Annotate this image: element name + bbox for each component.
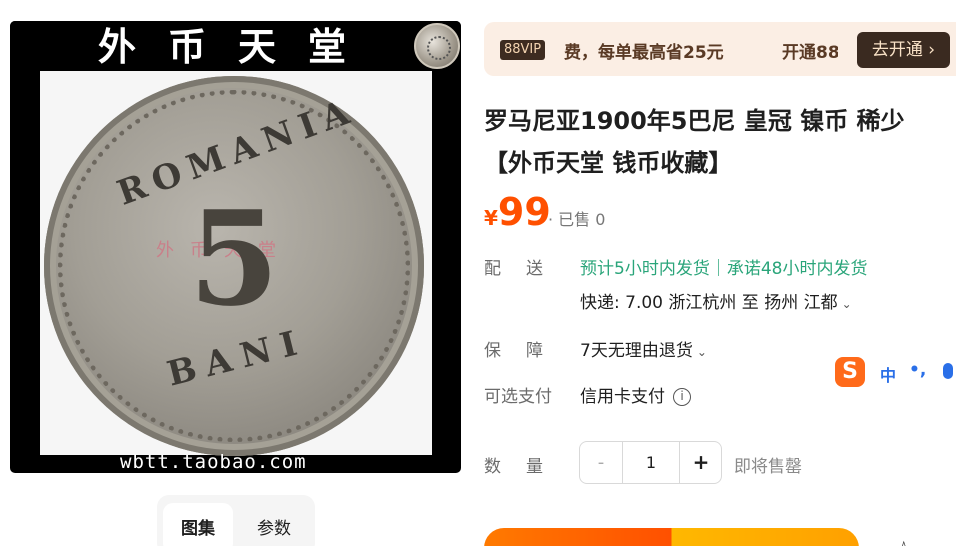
guarantee-text: 7天无理由退货: [580, 341, 693, 361]
ime-logo-icon: S: [835, 357, 865, 387]
price-value: 99: [497, 190, 551, 234]
info-icon[interactable]: i: [673, 388, 691, 406]
shipping-label: 配送: [484, 259, 568, 279]
watermark-url: wbtt.taobao.com: [120, 451, 307, 473]
chevron-down-icon: ⌄: [841, 297, 852, 311]
vip-open-button[interactable]: 去开通 ›: [857, 32, 950, 68]
coin-image: ROMANIA 外币天堂 5 BANI: [44, 76, 424, 456]
shipping-detail[interactable]: 快递: 7.00 浙江杭州 至 扬州 江都 ⌄: [580, 288, 852, 313]
product-title: 罗马尼亚1900年5巴尼 皇冠 镍币 稀少【外币天堂 钱币收藏】: [484, 107, 905, 177]
coin-value-text: 5: [188, 182, 280, 335]
buy-buttons[interactable]: [484, 528, 859, 546]
payment-text: 信用卡支付: [580, 387, 665, 407]
vip-banner: 88VIP 费，每单最高省25元 开通88 去开通 ›: [484, 22, 956, 76]
product-image[interactable]: 外币天堂 ROMANIA 外币天堂 5 BANI wbtt.taobao.com: [10, 21, 461, 473]
shipping-detail-text: 快递: 7.00 浙江杭州 至 扬州 江都: [580, 293, 838, 313]
shop-banner-text: 外币天堂: [98, 24, 379, 69]
gallery-tabs: 图集 参数: [157, 495, 315, 546]
quantity-plus-button[interactable]: +: [679, 442, 722, 483]
price: ¥99: [484, 190, 551, 234]
ime-mode[interactable]: 中: [880, 362, 896, 386]
shipping-promise: 预计5小时内发货｜承诺48小时内发货: [580, 259, 868, 279]
mini-coin-icon: [414, 23, 460, 69]
microphone-icon[interactable]: [943, 363, 953, 379]
quantity-stepper: - 1 +: [579, 441, 722, 484]
quantity-minus-button[interactable]: -: [580, 442, 623, 483]
chevron-down-icon: ⌄: [696, 345, 707, 359]
stock-note: 即将售罄: [734, 457, 802, 477]
vip-promo-text: 费，每单最高省25元: [564, 43, 724, 63]
vip-open-text: 开通88: [782, 43, 838, 63]
quantity-input[interactable]: 1: [623, 442, 679, 483]
vip-badge: 88VIP: [500, 40, 546, 60]
guarantee-label: 保障: [484, 341, 568, 361]
guarantee-value[interactable]: 7天无理由退货 ⌄: [580, 336, 707, 361]
product-page: 外币天堂 ROMANIA 外币天堂 5 BANI wbtt.taobao.com…: [0, 0, 956, 546]
ime-punctuation[interactable]: •,: [909, 360, 926, 380]
sold-count: · 已售 0: [548, 210, 606, 229]
ime-toolbar[interactable]: S 中 •,: [833, 357, 956, 389]
tab-params[interactable]: 参数: [239, 503, 309, 546]
price-currency: ¥: [484, 206, 498, 230]
payment-label: 可选支付: [484, 387, 552, 407]
favorite-star-icon[interactable]: ☆: [893, 536, 915, 546]
tab-gallery[interactable]: 图集: [163, 503, 233, 546]
quantity-label: 数量: [484, 457, 568, 477]
payment-value: 信用卡支付 i: [580, 382, 691, 407]
shop-banner: 外币天堂: [10, 21, 461, 71]
